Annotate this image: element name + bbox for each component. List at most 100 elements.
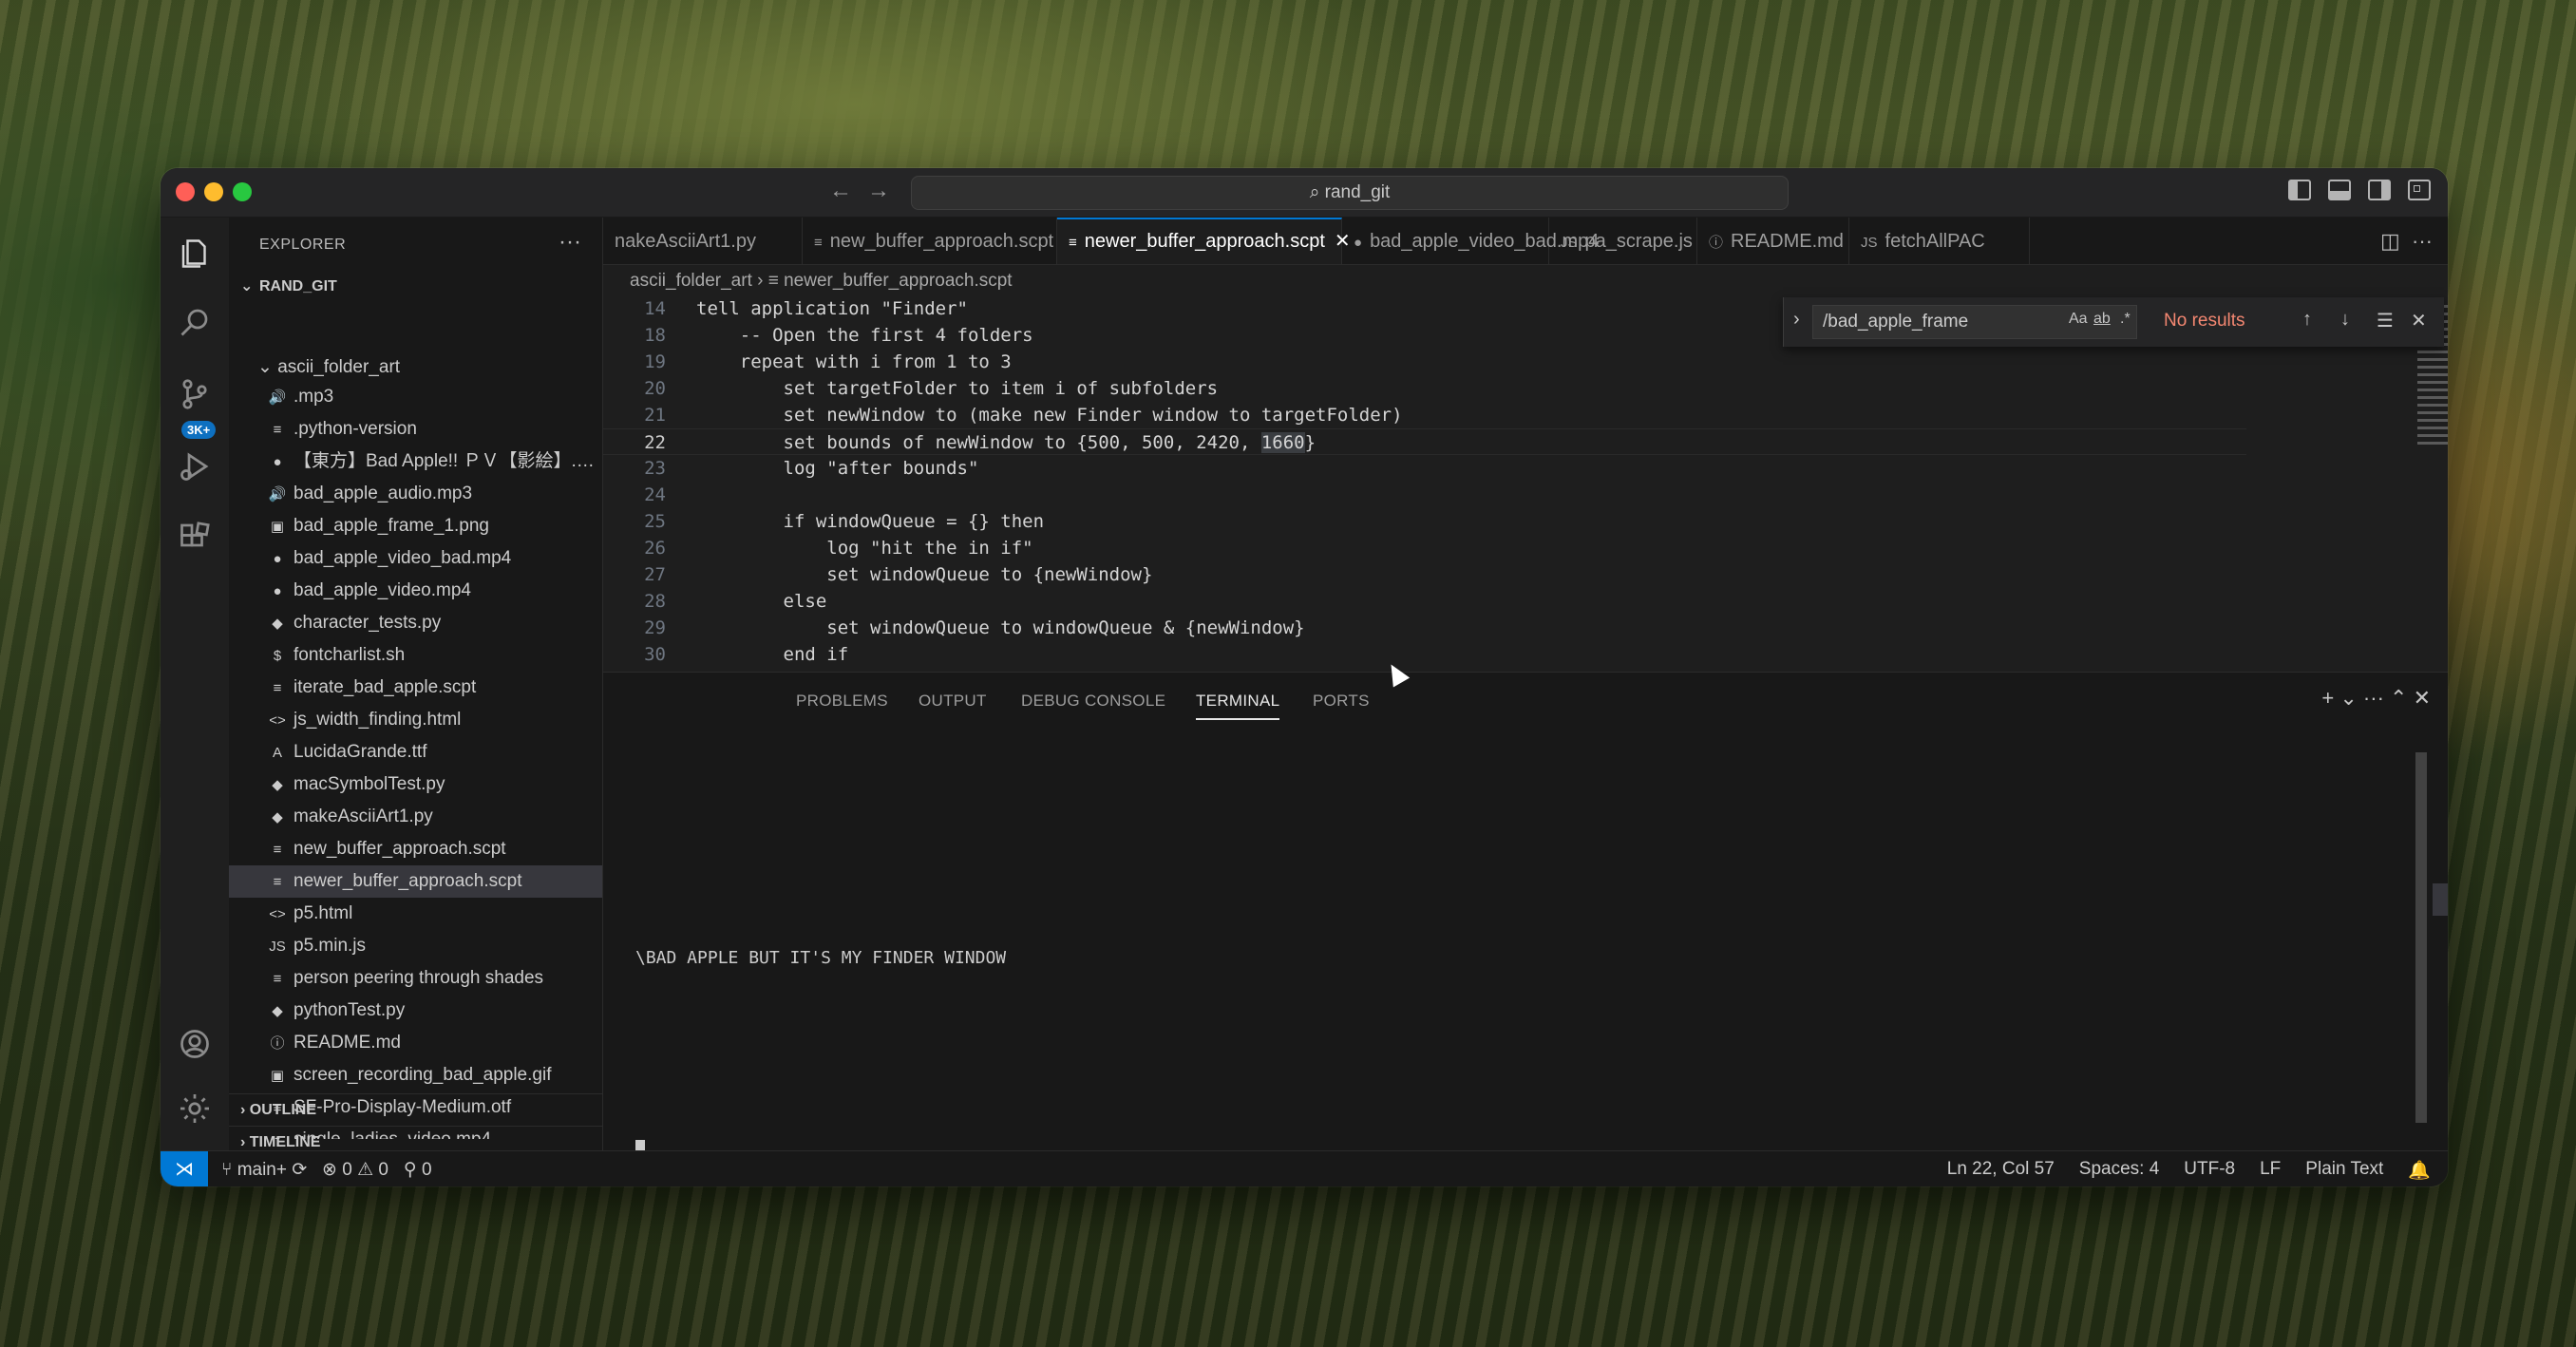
code-line[interactable]: 21 set newWindow to (make new Finder win… <box>603 402 2246 428</box>
indentation[interactable]: Spaces: 4 <box>2079 1159 2160 1182</box>
file-tree-item[interactable]: $ fontcharlist.sh <box>229 639 602 672</box>
toggle-replace-chevron-icon[interactable]: › <box>1793 309 1800 331</box>
terminal-instance[interactable]: >osascript <box>2433 883 2448 916</box>
language-mode[interactable]: Plain Text <box>2305 1159 2383 1182</box>
file-tree-item[interactable]: ● bad_apple_video_bad.mp4 <box>229 542 602 575</box>
run-debug-icon[interactable] <box>178 449 212 484</box>
file-tree-item[interactable]: ▣ screen_recording_bad_apple.gif <box>229 1059 602 1091</box>
tab-terminal[interactable]: TERMINAL <box>1196 692 1280 720</box>
code-line[interactable]: 30 end if <box>603 641 2246 668</box>
tab-debug-console[interactable]: DEBUG CONSOLE <box>1021 692 1165 711</box>
code-line[interactable]: 22 set bounds of newWindow to {500, 500,… <box>603 428 2246 455</box>
editor-tab[interactable]: JS fetchAllPAC <box>1849 218 2030 264</box>
file-tree-item[interactable]: <> js_width_finding.html <box>229 704 602 736</box>
file-tree-item[interactable]: ▣ bad_apple_frame_1.png <box>229 510 602 542</box>
breadcrumb-folder[interactable]: ascii_folder_art <box>630 271 752 291</box>
editor-tab[interactable]: ● bad_apple_video_bad.mp4 <box>1342 218 1599 264</box>
code-line[interactable]: 19 repeat with i from 1 to 3 <box>603 349 2246 375</box>
file-tree-item[interactable]: ◆ character_tests.py <box>229 607 602 639</box>
code-line[interactable]: 23 log "after bounds" <box>603 455 2246 482</box>
use-regex-icon[interactable]: .* <box>2120 311 2131 328</box>
search-icon[interactable] <box>178 305 212 339</box>
zoom-window-button[interactable] <box>233 182 252 201</box>
notifications-bell-icon[interactable]: 🔔 <box>2408 1159 2431 1182</box>
terminal-output[interactable]: \BAD APPLE BUT IT'S MY FINDER WINDOW <box>635 948 1006 968</box>
code-line[interactable]: 27 set windowQueue to {newWindow} <box>603 561 2246 588</box>
find-input[interactable] <box>1812 305 2137 339</box>
terminal-instance[interactable]: >zshtraffic_... <box>2433 819 2448 851</box>
file-tree-item[interactable]: 🔊 .mp3 <box>229 381 602 413</box>
split-editor-icon[interactable]: ◫ <box>2380 229 2400 253</box>
file-tree-item[interactable]: 🔊 bad_apple_audio.mp3 <box>229 478 602 510</box>
code-line[interactable]: 20 set targetFolder to item i of subfold… <box>603 375 2246 402</box>
editor-tab[interactable]: ≡ new_buffer_approach.scpt <box>803 218 1057 264</box>
file-tree-item[interactable]: JS p5.min.js <box>229 930 602 962</box>
terminal-instance[interactable]: >zshmisc <box>2433 722 2448 754</box>
more-actions-icon[interactable]: ··· <box>2412 229 2433 253</box>
toggle-secondary-sidebar-icon[interactable] <box>2368 180 2391 200</box>
source-control-icon[interactable] <box>178 377 212 411</box>
cursor-position[interactable]: Ln 22, Col 57 <box>1947 1159 2055 1182</box>
previous-match-icon[interactable]: ↑ <box>2302 309 2312 331</box>
code-line[interactable]: 24 <box>603 482 2246 508</box>
code-line[interactable]: 26 log "hit the in if" <box>603 535 2246 561</box>
file-tree-item[interactable]: ◆ pythonTest.py <box>229 995 602 1027</box>
toggle-sidebar-icon[interactable] <box>2288 180 2311 200</box>
folder-ascii-folder-art[interactable]: ⌄ ascii_folder_art <box>257 356 400 378</box>
file-tree-item[interactable]: ≡ new_buffer_approach.scpt <box>229 833 602 865</box>
forward-arrow-icon[interactable]: → <box>867 178 890 204</box>
file-tree-item[interactable]: <> p5.html <box>229 898 602 930</box>
sync-icon[interactable]: ⟳ <box>292 1160 307 1180</box>
file-tree-item[interactable]: ≡ newer_buffer_approach.scpt <box>229 865 602 898</box>
file-tree-item[interactable]: ≡ .python-version <box>229 413 602 446</box>
editor-tab[interactable]: ⓘ README.md <box>1697 218 1849 264</box>
file-tree-item[interactable]: ⓘ README.md <box>229 1027 602 1059</box>
code-line[interactable]: 29 set windowQueue to windowQueue & {new… <box>603 615 2246 641</box>
match-case-icon[interactable]: Aa <box>2069 311 2088 328</box>
editor-tab[interactable]: nakeAsciiArt1.py <box>603 218 803 264</box>
remote-indicator-icon[interactable]: ⋊ <box>161 1151 208 1186</box>
editor-tab[interactable]: JS pa_scrape.js <box>1549 218 1697 264</box>
workspace-root[interactable]: ⌄ RAND_GIT <box>240 276 337 295</box>
terminal-instance[interactable]: >zshwttdot... <box>2433 754 2448 787</box>
file-tree-item[interactable]: ● 【東方】Bad Apple!! ＰＶ【影絵】.mp4 <box>229 446 602 478</box>
warning-count[interactable]: 0 <box>378 1160 388 1180</box>
match-whole-word-icon[interactable]: ab <box>2093 311 2111 328</box>
close-find-icon[interactable]: ✕ <box>2411 309 2427 332</box>
next-match-icon[interactable]: ↓ <box>2340 309 2350 331</box>
end-of-line[interactable]: LF <box>2260 1159 2281 1182</box>
tab-ports[interactable]: PORTS <box>1313 692 1370 711</box>
breadcrumb-file[interactable]: newer_buffer_approach.scpt <box>784 271 1012 291</box>
tab-problems[interactable]: PROBLEMS <box>796 692 888 711</box>
code-line[interactable]: 28 else <box>603 588 2246 615</box>
find-in-selection-icon[interactable]: ☰ <box>2377 309 2394 332</box>
back-arrow-icon[interactable]: ← <box>829 178 852 204</box>
explorer-icon[interactable] <box>178 237 212 271</box>
manage-gear-icon[interactable] <box>178 1091 212 1126</box>
ports-count[interactable]: 0 <box>422 1160 432 1180</box>
accounts-icon[interactable] <box>178 1027 212 1061</box>
file-tree-item[interactable]: A LucidaGrande.ttf <box>229 736 602 768</box>
command-center-search[interactable]: ⌕ rand_git <box>911 176 1789 210</box>
code-editor[interactable]: 14 tell application "Finder" 18 -- Open th… <box>603 295 2448 672</box>
more-actions-icon[interactable]: ··· <box>559 229 581 256</box>
branch-name[interactable]: main+ <box>237 1160 287 1180</box>
terminal-scrollbar[interactable] <box>2415 752 2427 1123</box>
terminal-instance[interactable]: >zshascii_f... <box>2433 787 2448 819</box>
encoding[interactable]: UTF-8 <box>2184 1159 2235 1182</box>
customize-layout-icon[interactable] <box>2408 180 2431 200</box>
outline-section[interactable]: › OUTLINE <box>229 1093 602 1126</box>
file-tree-item[interactable]: ● bad_apple_video.mp4 <box>229 575 602 607</box>
toggle-panel-icon[interactable] <box>2328 180 2351 200</box>
file-tree-item[interactable]: ◆ makeAsciiArt1.py <box>229 801 602 833</box>
code-line[interactable]: 25 if windowQueue = {} then <box>603 508 2246 535</box>
extensions-icon[interactable] <box>178 520 212 554</box>
file-tree-item[interactable]: ≡ person peering through shades <box>229 962 602 995</box>
terminal-instance[interactable]: >zshascii_f... <box>2433 851 2448 883</box>
panel-actions[interactable]: + ⌄ ··· ⌃ ✕ <box>2321 686 2431 711</box>
error-count[interactable]: 0 <box>342 1160 352 1180</box>
tab-output[interactable]: OUTPUT <box>919 692 987 711</box>
editor-tab[interactable]: ≡ newer_buffer_approach.scpt ✕ <box>1057 218 1351 264</box>
close-window-button[interactable] <box>176 182 195 201</box>
file-tree-item[interactable]: ◆ macSymbolTest.py <box>229 768 602 801</box>
